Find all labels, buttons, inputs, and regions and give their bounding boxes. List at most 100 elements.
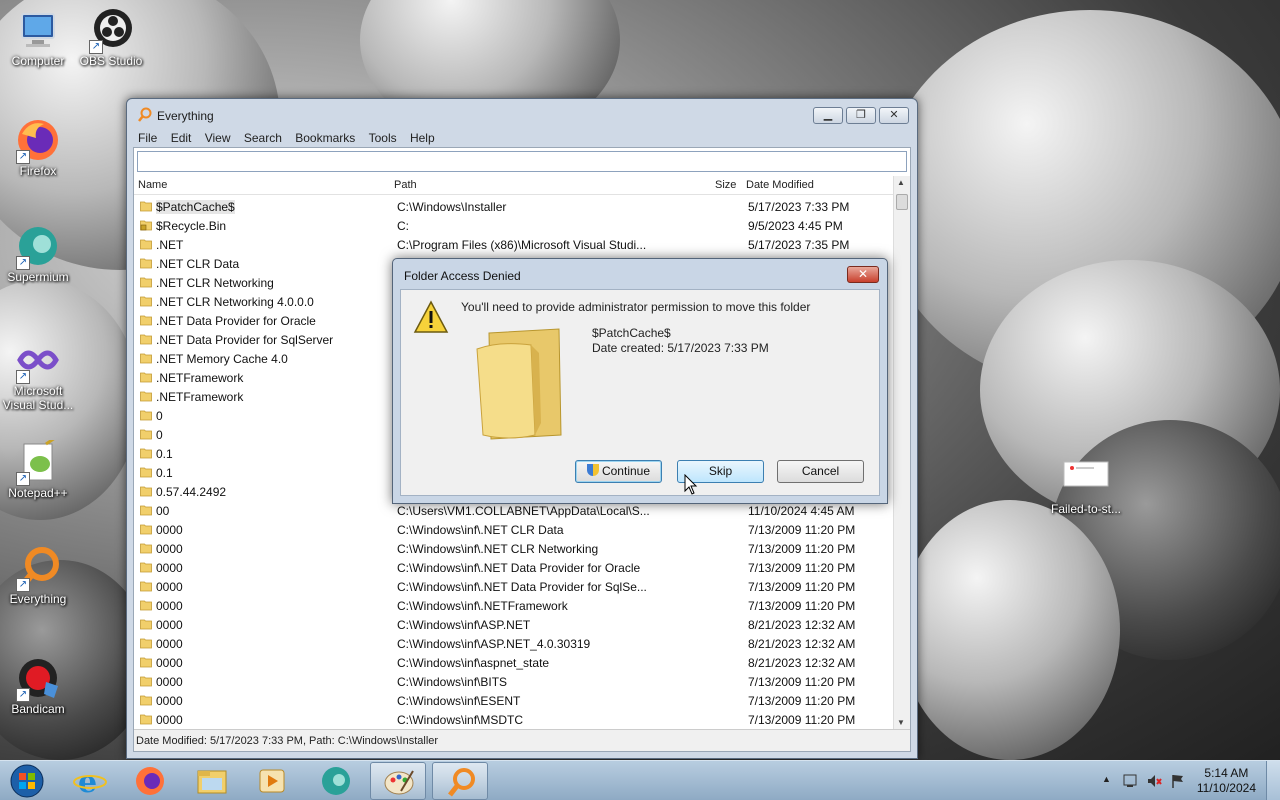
row-path: C:\Windows\inf\.NET CLR Networking xyxy=(397,542,599,556)
status-bar: Date Modified: 5/17/2023 7:33 PM, Path: … xyxy=(134,729,910,751)
dialog-close-button[interactable]: ✕ xyxy=(847,266,879,283)
scrollbar-thumb[interactable] xyxy=(896,194,908,210)
column-header-path[interactable]: Path xyxy=(394,179,417,191)
desktop-icon-failed-file[interactable]: Failed-to-st... xyxy=(1048,456,1124,516)
scroll-up-icon[interactable]: ▲ xyxy=(897,178,905,187)
table-row[interactable]: 0000 C:\Windows\inf\ESENT 7/13/2009 11:20 … xyxy=(134,691,893,710)
folder-icon xyxy=(140,581,152,592)
table-row[interactable]: $PatchCache$ C:\Windows\Installer 5/17/202… xyxy=(134,197,893,216)
table-row[interactable]: 0000 C:\Windows\inf\ASP.NET 8/21/2023 12:3… xyxy=(134,615,893,634)
close-button[interactable]: ✕ xyxy=(879,107,909,124)
taskbar-everything[interactable] xyxy=(432,762,488,800)
maximize-button[interactable]: ❐ xyxy=(846,107,876,124)
desktop-icon-computer[interactable]: Computer xyxy=(0,8,76,68)
table-row[interactable]: 0000 C:\Windows\inf\MSDTC 7/13/2009 11:20 … xyxy=(134,710,893,729)
row-date-modified: 7/13/2009 11:20 PM xyxy=(748,675,856,689)
obs-icon: ↗ xyxy=(87,8,135,54)
row-name: 0.57.44.2492 xyxy=(156,485,227,499)
folder-icon xyxy=(140,638,152,649)
column-header-size[interactable]: Size xyxy=(715,179,736,191)
folder-icon xyxy=(140,600,152,611)
menu-bookmarks[interactable]: Bookmarks xyxy=(290,129,360,147)
row-date-modified: 8/21/2023 12:32 AM xyxy=(748,656,856,670)
vertical-scrollbar[interactable]: ▲ ▼ xyxy=(893,176,910,729)
scroll-down-icon[interactable]: ▼ xyxy=(897,718,905,727)
close-icon: ✕ xyxy=(857,267,869,281)
row-name: .NET Data Provider for Oracle xyxy=(156,314,316,328)
table-row[interactable]: .NET C:\Program Files (x86)\Microsoft Vis… xyxy=(134,235,893,254)
search-input[interactable] xyxy=(137,151,907,172)
table-row[interactable]: 0000 C:\Windows\inf\.NETFramework 7/13/200… xyxy=(134,596,893,615)
folder-icon xyxy=(140,657,152,668)
desktop-icon-bandicam[interactable]: ↗ Bandicam xyxy=(0,656,76,716)
row-name: 0000 xyxy=(156,580,183,594)
desktop-icon-visual-studio[interactable]: ↗ Microsoft Visual Stud... xyxy=(0,338,76,412)
column-header-name[interactable]: Name xyxy=(138,179,167,191)
show-hidden-icons-icon[interactable]: ▲ xyxy=(1102,774,1111,784)
status-text: Date Modified: 5/17/2023 7:33 PM, Path: … xyxy=(136,735,439,747)
row-path: C:\Windows\Installer xyxy=(397,200,507,214)
desktop-icon-obs[interactable]: ↗ OBS Studio xyxy=(73,8,149,68)
table-row[interactable]: 0000 C:\Windows\inf\BITS 7/13/2009 11:20 P… xyxy=(134,672,893,691)
folder-icon xyxy=(140,543,152,554)
action-center-icon[interactable] xyxy=(1122,773,1138,789)
menu-search[interactable]: Search xyxy=(239,129,287,147)
shortcut-arrow-icon: ↗ xyxy=(16,150,30,164)
row-name: .NET Data Provider for SqlServer xyxy=(156,333,334,347)
taskbar-internet-explorer[interactable]: e xyxy=(62,762,118,800)
folder-icon xyxy=(140,695,152,706)
menu-edit[interactable]: Edit xyxy=(166,129,197,147)
dialog-title: Folder Access Denied xyxy=(404,269,521,283)
row-path: C:\Windows\inf\ESENT xyxy=(397,694,521,708)
table-row[interactable]: 0000 C:\Windows\inf\.NET CLR Data 7/13/200… xyxy=(134,520,893,539)
desktop-icon-supermium[interactable]: ↗ Supermium xyxy=(0,224,76,284)
start-button[interactable] xyxy=(0,762,54,800)
taskbar-firefox[interactable] xyxy=(122,762,178,800)
shortcut-arrow-icon: ↗ xyxy=(16,578,30,592)
row-name: 0000 xyxy=(156,618,183,632)
table-row[interactable]: 0000 C:\Windows\inf\.NET CLR Networking 7/… xyxy=(134,539,893,558)
taskbar-media-player[interactable] xyxy=(244,762,300,800)
taskbar-file-explorer[interactable] xyxy=(184,762,240,800)
row-name: 0000 xyxy=(156,713,183,727)
row-path: C:\Windows\inf\.NET Data Provider for Sq… xyxy=(397,580,647,594)
flag-icon[interactable] xyxy=(1170,773,1186,789)
table-row[interactable]: 0000 C:\Windows\inf\.NET Data Provider fo… xyxy=(134,577,893,596)
volume-muted-icon[interactable] xyxy=(1146,773,1162,789)
minimize-icon: ▁ xyxy=(823,109,833,121)
menu-file[interactable]: File xyxy=(133,129,162,147)
row-date-modified: 7/13/2009 11:20 PM xyxy=(748,694,856,708)
table-row[interactable]: $Recycle.Bin C: 9/5/2023 4:45 PM xyxy=(134,216,893,235)
system-tray: ▲ 5:14 AM 11/10/2024 xyxy=(1080,761,1280,800)
clock[interactable]: 5:14 AM 11/10/2024 xyxy=(1197,766,1256,796)
row-name: 0000 xyxy=(156,637,183,651)
menu-view[interactable]: View xyxy=(200,129,236,147)
show-desktop-button[interactable] xyxy=(1266,761,1280,800)
table-row[interactable]: 0000 C:\Windows\inf\.NET Data Provider fo… xyxy=(134,558,893,577)
row-path: C:\Windows\inf\ASP.NET_4.0.30319 xyxy=(397,637,591,651)
continue-button[interactable]: Continue xyxy=(575,460,662,483)
cancel-button[interactable]: Cancel xyxy=(777,460,864,483)
title-bar[interactable]: Everything ▁ ❐ ✕ xyxy=(127,99,917,129)
menu-tools[interactable]: Tools xyxy=(364,129,402,147)
svg-text:e: e xyxy=(78,765,97,800)
table-row[interactable]: 0000 C:\Windows\inf\aspnet_state 8/21/2023… xyxy=(134,653,893,672)
desktop-icon-everything[interactable]: ↗ Everything xyxy=(0,546,76,606)
menu-help[interactable]: Help xyxy=(405,129,440,147)
row-name: 0000 xyxy=(156,694,183,708)
row-path: C:\Windows\inf\BITS xyxy=(397,675,508,689)
column-header-date-modified[interactable]: Date Modified xyxy=(746,179,814,191)
folder-icon xyxy=(140,486,152,497)
taskbar-supermium[interactable] xyxy=(308,762,364,800)
clock-time: 5:14 AM xyxy=(1204,766,1249,780)
desktop-icon-firefox[interactable]: ↗ Firefox xyxy=(0,118,76,178)
row-date-modified: 7/13/2009 11:20 PM xyxy=(748,713,856,727)
taskbar-paint[interactable] xyxy=(370,762,426,800)
shortcut-arrow-icon: ↗ xyxy=(89,40,103,54)
folder-name: $PatchCache$ xyxy=(592,326,671,340)
row-name: .NET CLR Data xyxy=(156,257,240,271)
table-row[interactable]: 0000 C:\Windows\inf\ASP.NET_4.0.30319 8/21… xyxy=(134,634,893,653)
desktop-icon-notepadpp[interactable]: ↗ Notepad++ xyxy=(0,434,76,500)
row-path: C:\Program Files (x86)\Microsoft Visual … xyxy=(397,238,647,252)
minimize-button[interactable]: ▁ xyxy=(813,107,843,124)
